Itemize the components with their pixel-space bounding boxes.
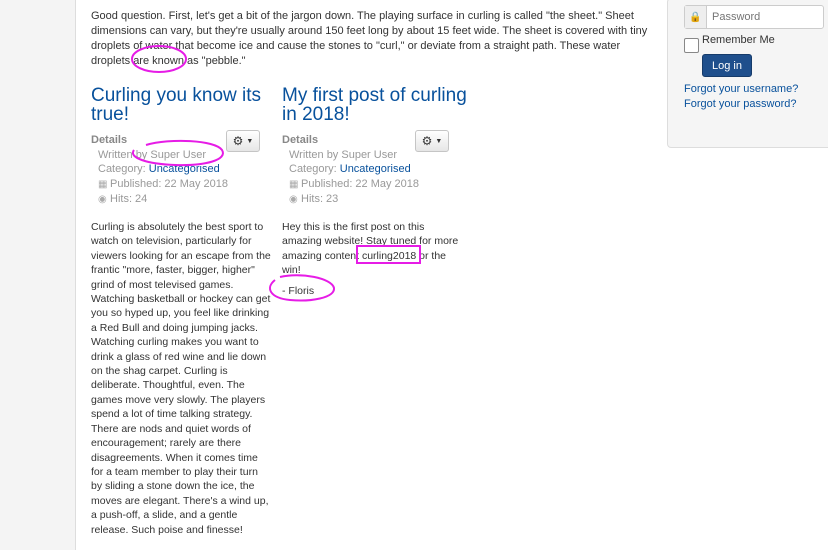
article-tools-button-2[interactable]: ⚙ ▼ [415, 130, 449, 152]
forgot-username-link[interactable]: Forgot your username? [684, 83, 798, 95]
left-gutter [0, 0, 76, 550]
calendar-icon: ▦ [98, 178, 108, 190]
remember-me-checkbox[interactable] [684, 38, 699, 53]
article-body-1: Curling is absolutely the best sport to … [91, 221, 271, 536]
published-date: Published: 22 May 2018 [301, 177, 420, 190]
remember-me[interactable]: Remember Me [684, 34, 775, 53]
article-title-2[interactable]: My first post of curling in 2018! [282, 86, 467, 124]
hits-line: ◉ Hits: 24 [91, 192, 228, 208]
article-details-2: Details Written by Super User Category: … [282, 133, 419, 208]
forgot-password-link[interactable]: Forgot your password? [684, 98, 797, 110]
author-line: Written by Super User [289, 148, 398, 161]
gear-icon: ⚙ [421, 134, 433, 148]
article-tools-button-1[interactable]: ⚙ ▼ [226, 130, 260, 152]
category-line: Category: Uncategorised [91, 162, 228, 177]
published-line: ▦ Published: 22 May 2018 [91, 177, 228, 193]
caret-down-icon: ▼ [246, 137, 254, 145]
author-line: Written by Super User [98, 148, 207, 161]
article-title-1[interactable]: Curling you know its true! [91, 86, 276, 124]
hits-count: Hits: 24 [110, 193, 148, 205]
article-signature: - Floris [282, 285, 315, 297]
published-line: ▦ Published: 22 May 2018 [282, 177, 419, 193]
details-label: Details [91, 134, 128, 146]
category-line: Category: Uncategorised [282, 162, 419, 177]
gear-icon: ⚙ [232, 134, 244, 148]
hits-count: Hits: 23 [301, 193, 339, 205]
category-prefix: Category: [98, 163, 149, 175]
details-label: Details [282, 134, 319, 146]
article-details-1: Details Written by Super User Category: … [91, 133, 228, 208]
calendar-icon: ▦ [289, 178, 299, 190]
remember-me-label: Remember Me [702, 34, 775, 46]
password-input[interactable] [707, 6, 823, 28]
article-body-2: Hey this is the first post on this amazi… [282, 221, 459, 277]
eye-icon: ◉ [289, 194, 298, 205]
published-date: Published: 22 May 2018 [110, 177, 229, 190]
hits-line: ◉ Hits: 23 [282, 192, 419, 208]
eye-icon: ◉ [98, 194, 107, 205]
caret-down-icon: ▼ [435, 137, 443, 145]
login-button[interactable]: Log in [702, 54, 752, 77]
category-prefix: Category: [289, 163, 340, 175]
category-link[interactable]: Uncategorised [149, 163, 220, 175]
category-link[interactable]: Uncategorised [340, 163, 411, 175]
password-field-group: 🔒 [684, 5, 824, 29]
intro-paragraph: Good question. First, let's get a bit of… [91, 10, 648, 67]
lock-icon: 🔒 [685, 6, 707, 28]
